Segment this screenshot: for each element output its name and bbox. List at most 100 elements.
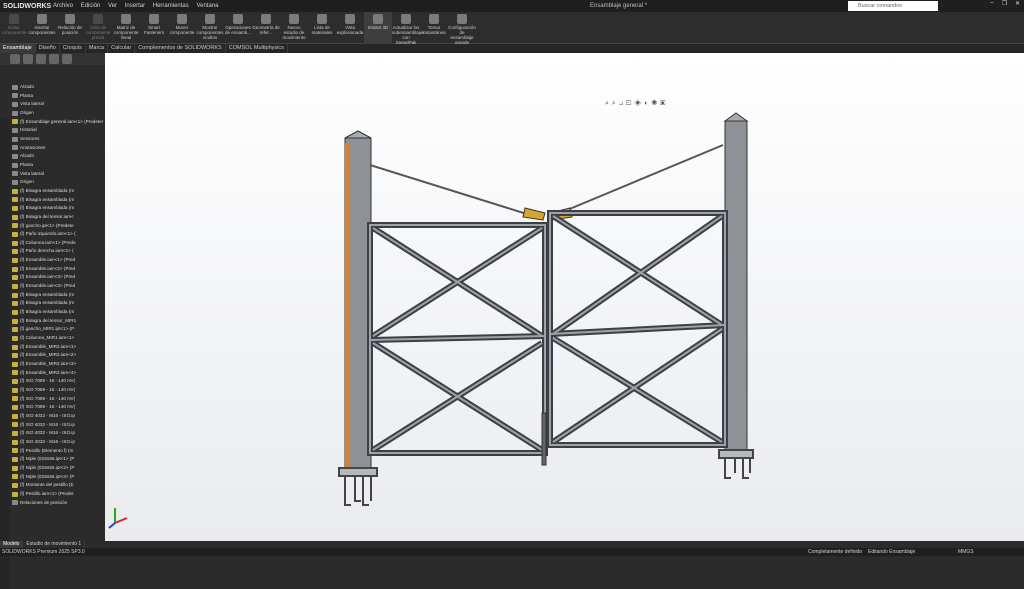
tree-node[interactable]: (f) Bisagra del tensor_MIR1 <box>12 317 105 326</box>
tree-node[interactable]: (f) Ensamble_MIR2.iam<1> <box>12 343 105 352</box>
feature-icon <box>12 84 18 90</box>
command-tab[interactable]: COMSOL Multiphysics <box>226 44 288 53</box>
tree-node[interactable]: (f) Bisagra ensamblada (m <box>12 187 105 196</box>
tree-node[interactable]: (f) Paño derecho.iam<1> ( <box>12 247 105 256</box>
graphics-area[interactable]: ⌕⌕⊿◰◈◐◉▣ <box>105 53 1024 541</box>
ribbon-button[interactable]: Vista de componente previa <box>84 12 112 44</box>
display-manager-icon[interactable] <box>62 54 72 64</box>
tree-node[interactable]: (f) Bisagra ensamblada (m <box>12 308 105 317</box>
property-manager-icon[interactable] <box>23 54 33 64</box>
tree-node[interactable]: (f) Ensamble.iam<2> (Pred <box>12 265 105 274</box>
tree-node[interactable]: (f) Pestillo.iam<1> (Predet <box>12 490 105 499</box>
tree-node[interactable]: Origen <box>12 109 105 118</box>
tree-node[interactable]: (f) Montante del pestillo (E <box>12 481 105 490</box>
tree-node[interactable]: (f) Pestillo (Elemento f) (m <box>12 447 105 456</box>
tree-node[interactable]: (f) ISO 7089 - 16 - 140 HV( <box>12 395 105 404</box>
ribbon-button[interactable]: Tomar instantánea <box>420 12 448 44</box>
ribbon-button[interactable]: Instant 3D <box>364 12 392 44</box>
tree-node[interactable]: Origen <box>12 178 105 187</box>
status-units[interactable]: MMGS <box>958 549 974 555</box>
ribbon-button[interactable]: Matriz de componente lineal <box>112 12 140 44</box>
menu-item[interactable]: Archivo <box>53 3 73 9</box>
menu-item[interactable]: Ventana <box>196 3 218 9</box>
heads-up-view-toolbar[interactable]: ⌕⌕⊿◰◈◐◉▣ <box>605 100 668 108</box>
tree-node[interactable]: Alzado <box>12 152 105 161</box>
tree-node[interactable]: (f) Ensamblaje general.iam<1> (Predeter <box>12 118 105 127</box>
tree-node[interactable]: (f) ISO 7089 - 16 - 140 HV( <box>12 403 105 412</box>
menu-item[interactable]: Edición <box>81 3 101 9</box>
command-tab[interactable]: Diseño <box>36 44 60 53</box>
tree-node[interactable]: (f) gancho_MIR1.ipt<1> (P <box>12 325 105 334</box>
ribbon-button[interactable]: Nuevo estudio de movimiento <box>280 12 308 44</box>
command-tab[interactable]: Ensamblaje <box>0 44 36 53</box>
search-input[interactable]: Buscar comandos <box>848 1 938 11</box>
tree-node[interactable]: (f) Ensamble.iam<1> (Pred <box>12 256 105 265</box>
tree-node[interactable]: Relaciones de posición <box>12 499 105 508</box>
command-tab[interactable]: Marca <box>86 44 109 53</box>
ribbon-button[interactable]: Geometría de refer... <box>252 12 280 44</box>
feature-icon <box>12 110 18 116</box>
tree-node[interactable]: (f) Ensamble_MIR2.iam<2> <box>12 351 105 360</box>
menu-item[interactable]: Herramientas <box>153 3 189 9</box>
tree-node[interactable]: (f) Bisagra del tensor.iam< <box>12 213 105 222</box>
ribbon-button[interactable]: Relación de posición <box>56 12 84 44</box>
tree-node[interactable]: Vista lateral <box>12 100 105 109</box>
coordinate-triad <box>108 508 128 529</box>
ribbon-button[interactable]: Mover componente <box>168 12 196 44</box>
tree-node-label: Planta <box>20 92 34 98</box>
tree-node[interactable]: (f) Bisagra ensamblada (m <box>12 291 105 300</box>
feature-manager-icon[interactable] <box>10 54 20 64</box>
tree-node[interactable]: (f) ISO 4032 - M16 - ISO.ip <box>12 438 105 447</box>
ribbon-button[interactable]: Vista explosionada <box>336 12 364 44</box>
tree-node[interactable]: (f) Bisagra ensamblada (m <box>12 299 105 308</box>
ribbon-button[interactable]: Configuración de ensamblaje grande <box>448 12 476 45</box>
tree-node[interactable]: (f) Bisagra ensamblada (m <box>12 196 105 205</box>
tree-node[interactable]: (f) Paño izquierdo.iam<1> ( <box>12 230 105 239</box>
menu-item[interactable]: Insertar <box>125 3 145 9</box>
status-app: SOLIDWORKS Premium 2025 SP3.0 <box>2 549 85 555</box>
tree-node[interactable]: (f) Bisagra ensamblada (m <box>12 204 105 213</box>
command-tab[interactable]: Croquis <box>60 44 86 53</box>
tree-node[interactable]: Anotaciones <box>12 144 105 153</box>
command-tab[interactable]: Complementos de SOLIDWORKS <box>135 44 226 53</box>
configuration-manager-icon[interactable] <box>36 54 46 64</box>
menu-item[interactable]: Ver <box>108 3 117 9</box>
close-icon[interactable]: ✕ <box>1015 0 1020 7</box>
ribbon-button[interactable]: Lista de materiales <box>308 12 336 44</box>
tree-node[interactable]: (f) Ensamble.iam<4> (Pred <box>12 282 105 291</box>
tree-node[interactable]: Vista lateral <box>12 170 105 179</box>
ribbon-button[interactable]: Smart Fasteners <box>140 12 168 44</box>
tree-node[interactable]: (f) Niple (02Ss55.ipt<2> (P <box>12 464 105 473</box>
tree-node[interactable]: (f) Niple (02Ss55.ipt<3> (P <box>12 473 105 482</box>
ribbon-button[interactable]: Insertar componentes <box>28 12 56 44</box>
tree-node[interactable]: (f) ISO 7089 - 16 - 140 HV( <box>12 377 105 386</box>
ribbon-button[interactable]: Operaciones de ensamb... <box>224 12 252 44</box>
tab-model[interactable]: Modelo <box>0 541 24 548</box>
tree-node[interactable]: Alzado <box>12 83 105 92</box>
tree-node[interactable]: (f) Ensamble_MIR2.iam<4> <box>12 369 105 378</box>
ribbon-button[interactable]: Mostrar componentes ocultos <box>196 12 224 44</box>
tab-motion-study[interactable]: Estudio de movimiento 1 <box>23 541 86 548</box>
tree-node[interactable]: Planta <box>12 161 105 170</box>
tree-node[interactable]: (f) ISO 4032 - M16 - ISO.ip <box>12 429 105 438</box>
tree-node[interactable]: (f) Columna.iam<1> (Prede <box>12 239 105 248</box>
tree-node[interactable]: (f) Ensamble.iam<3> (Pred <box>12 273 105 282</box>
dimxpert-icon[interactable] <box>49 54 59 64</box>
command-tab[interactable]: Calcular <box>108 44 136 53</box>
tree-node[interactable]: Planta <box>12 92 105 101</box>
tree-node[interactable]: (f) Ensamble_MIR2.iam<3> <box>12 360 105 369</box>
tree-node[interactable]: (f) Niple (02Ss55.ipt<1> (P <box>12 455 105 464</box>
tree-node[interactable]: (f) ISO 4032 - M16 - ISO.ip <box>12 421 105 430</box>
minimize-icon[interactable]: – <box>990 0 993 7</box>
tree-node[interactable]: (f) ISO 4032 - M16 - ISO.ip <box>12 412 105 421</box>
ribbon-button[interactable]: Editar componente <box>0 12 28 44</box>
tree-node[interactable]: (f) gancho.ipt<1> (Predete <box>12 222 105 231</box>
component-icon <box>12 214 18 220</box>
tree-node[interactable]: (f) Columna_MIR1.iam<1> <box>12 334 105 343</box>
tree-node[interactable]: Sensores <box>12 135 105 144</box>
ribbon-button[interactable]: Actualizar los subensamblajes con SpeedP… <box>392 12 425 45</box>
tree-node[interactable]: Historial <box>12 126 105 135</box>
restore-icon[interactable]: ❐ <box>1002 0 1007 7</box>
ribbon-command-icon <box>429 14 439 24</box>
tree-node[interactable]: (f) ISO 7089 - 16 - 140 HV( <box>12 386 105 395</box>
